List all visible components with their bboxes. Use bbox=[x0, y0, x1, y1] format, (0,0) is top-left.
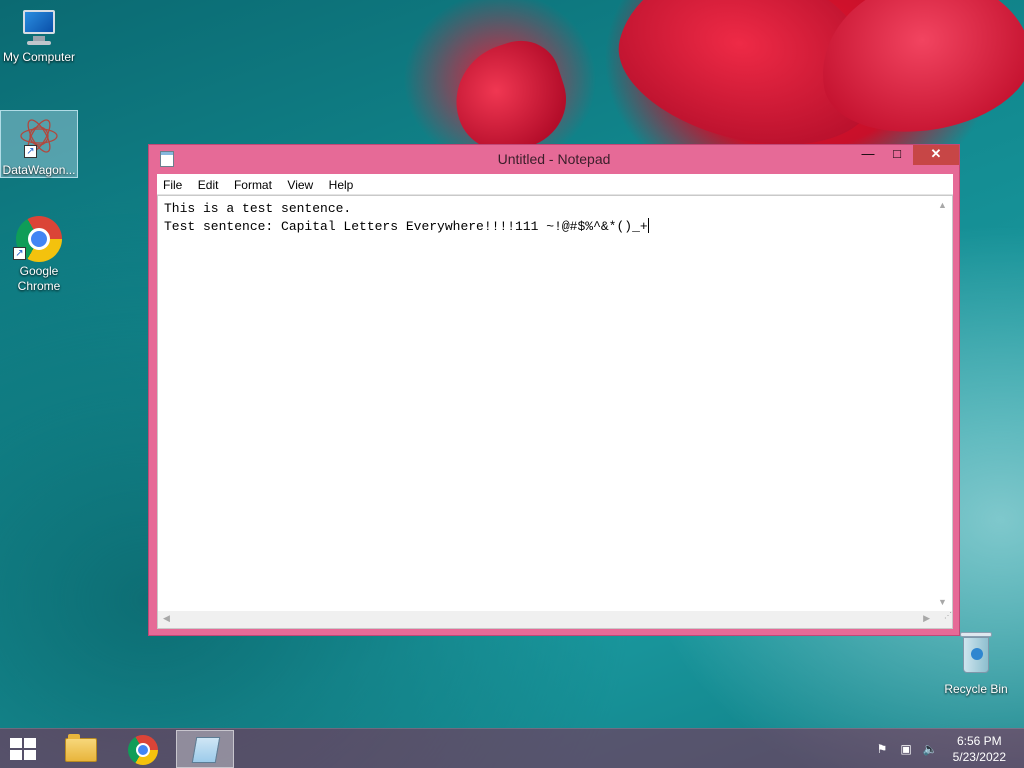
shortcut-arrow-icon: ↗ bbox=[13, 247, 26, 260]
minimize-button[interactable]: — bbox=[855, 145, 881, 165]
menu-help[interactable]: Help bbox=[323, 174, 359, 192]
clock-date: 5/23/2022 bbox=[952, 750, 1006, 764]
close-button[interactable]: ✕ bbox=[913, 145, 959, 165]
desktop-icon-my-computer[interactable]: My Computer bbox=[0, 8, 78, 65]
clock-time: 6:56 PM bbox=[956, 734, 1002, 748]
shortcut-arrow-icon: ↗ bbox=[24, 145, 37, 158]
menu-bar: File Edit Format View Help bbox=[157, 174, 953, 195]
desktop-icon-label: My Computer bbox=[2, 50, 76, 64]
title-bar[interactable]: Untitled - Notepad — □ ✕ bbox=[149, 145, 959, 174]
taskbar: ⚑ ▣ 🔈 6:56 PM 5/23/2022 bbox=[0, 728, 1024, 768]
scroll-up-icon[interactable]: ▲ bbox=[938, 200, 947, 210]
desktop-icon-label: Google Chrome bbox=[17, 264, 61, 293]
desktop-icon-label: Recycle Bin bbox=[944, 682, 1008, 696]
menu-file[interactable]: File bbox=[157, 174, 187, 192]
vertical-scrollbar[interactable]: ▲ ▼ bbox=[935, 196, 952, 611]
recycle-bin-icon bbox=[960, 632, 992, 674]
menu-view[interactable]: View bbox=[281, 174, 318, 192]
text-line: Test sentence: Capital Letters Everywher… bbox=[164, 219, 648, 234]
resize-grip-icon[interactable]: ⋰ bbox=[935, 611, 952, 628]
text-caret bbox=[647, 218, 649, 233]
notepad-window[interactable]: Untitled - Notepad — □ ✕ File Edit Forma… bbox=[148, 144, 960, 636]
volume-muted-icon[interactable]: 🔈 bbox=[922, 742, 938, 756]
desktop-icon-google-chrome[interactable]: ↗ Google Chrome bbox=[0, 216, 78, 294]
taskbar-chrome[interactable] bbox=[114, 730, 172, 768]
folder-icon bbox=[65, 734, 97, 762]
horizontal-scrollbar[interactable]: ◀ ▶ bbox=[158, 611, 936, 628]
scroll-down-icon[interactable]: ▼ bbox=[938, 597, 947, 607]
desktop-icon-recycle-bin[interactable]: Recycle Bin bbox=[940, 632, 1012, 696]
system-clock[interactable]: 6:56 PM 5/23/2022 bbox=[953, 733, 1006, 765]
monitor-icon bbox=[17, 8, 61, 48]
scroll-right-icon[interactable]: ▶ bbox=[923, 613, 930, 624]
text-editor[interactable]: This is a test sentence. Test sentence: … bbox=[157, 195, 953, 629]
datawagon-icon: ↗ bbox=[16, 115, 62, 161]
editor-text[interactable]: This is a test sentence. Test sentence: … bbox=[164, 200, 649, 236]
menu-format[interactable]: Format bbox=[228, 174, 277, 192]
taskbar-notepad[interactable] bbox=[176, 730, 234, 768]
windows-logo-icon bbox=[10, 738, 38, 760]
start-button[interactable] bbox=[0, 730, 48, 768]
desktop-icon-label: DataWagon... bbox=[2, 163, 76, 177]
flag-icon[interactable]: ⚑ bbox=[874, 742, 890, 756]
chrome-icon bbox=[128, 735, 158, 765]
scroll-left-icon[interactable]: ◀ bbox=[163, 613, 170, 624]
desktop-icon-datawagon[interactable]: ↗ DataWagon... bbox=[0, 110, 78, 178]
notepad-icon bbox=[191, 737, 221, 763]
window-title: Untitled - Notepad bbox=[497, 151, 611, 167]
maximize-button[interactable]: □ bbox=[884, 145, 910, 165]
menu-edit[interactable]: Edit bbox=[192, 174, 224, 192]
chrome-icon: ↗ bbox=[13, 216, 62, 262]
text-line: This is a test sentence. bbox=[164, 201, 352, 216]
network-icon[interactable]: ▣ bbox=[898, 742, 914, 756]
taskbar-file-explorer[interactable] bbox=[52, 730, 110, 768]
